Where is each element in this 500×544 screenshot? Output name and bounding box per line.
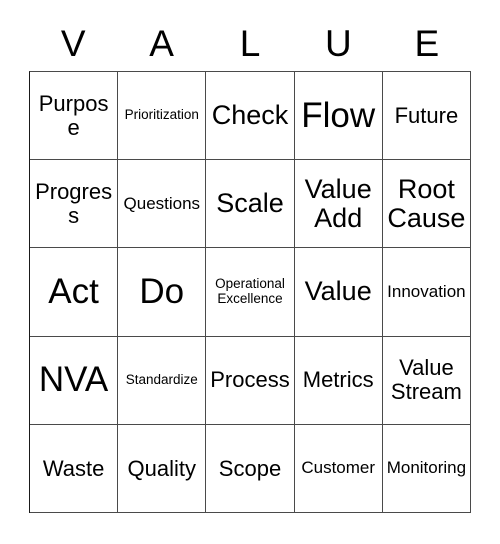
bingo-cell-label: Check	[211, 100, 289, 131]
bingo-cell[interactable]: Questions	[118, 160, 207, 249]
header-letter-4: U	[325, 23, 352, 64]
bingo-cell-label: Metrics	[302, 367, 374, 393]
bingo-header: V A L U E	[29, 16, 471, 71]
bingo-cell-label: Prioritization	[124, 107, 199, 123]
bingo-cell-label: Progress	[35, 179, 113, 228]
bingo-cell[interactable]: NVA	[30, 336, 119, 425]
bingo-cell[interactable]: Purpose	[30, 72, 119, 161]
bingo-cell-label: Root Cause	[387, 173, 466, 233]
bingo-cell[interactable]: Operational Excellence	[206, 248, 295, 337]
bingo-cell-label: Standardize	[125, 371, 198, 387]
bingo-cell-label: NVA	[38, 360, 109, 400]
bingo-card: V A L U E Purpose Prioritization Check F…	[0, 0, 500, 544]
bingo-grid: Purpose Prioritization Check Flow Future…	[29, 71, 471, 513]
bingo-cell-label: Act	[48, 272, 99, 312]
bingo-cell[interactable]: Future	[382, 72, 471, 161]
bingo-cell-label: Innovation	[387, 281, 466, 301]
bingo-cell-label: Customer	[301, 458, 376, 478]
bingo-cell[interactable]: Progress	[30, 160, 119, 249]
header-letter-5: E	[414, 23, 440, 64]
bingo-cell[interactable]: Waste	[30, 424, 119, 513]
bingo-cell-label: Process	[210, 367, 290, 393]
bingo-cell[interactable]: Scale	[206, 160, 295, 249]
bingo-cell[interactable]: Act	[30, 248, 119, 337]
bingo-cell-label: Value	[304, 276, 372, 307]
bingo-cell-label: Waste	[42, 455, 105, 481]
bingo-cell[interactable]: Process	[206, 336, 295, 425]
bingo-cell-label: Scope	[218, 455, 282, 481]
header-letter-3: L	[239, 23, 261, 64]
bingo-cell-label: Scale	[216, 188, 284, 219]
bingo-cell-label: Future	[394, 102, 459, 128]
header-letter-2: A	[149, 23, 174, 64]
bingo-cell[interactable]: Customer	[294, 424, 383, 513]
bingo-cell[interactable]: Quality	[118, 424, 207, 513]
bingo-cell-label: Value Add	[304, 173, 372, 233]
bingo-cell[interactable]: Do	[118, 248, 207, 337]
bingo-cell[interactable]: Prioritization	[118, 72, 207, 161]
header-letter-1: V	[60, 23, 86, 64]
bingo-cell[interactable]: Innovation	[382, 248, 471, 337]
bingo-cell[interactable]: Flow	[294, 72, 383, 161]
bingo-cell-label: Value Stream	[390, 355, 462, 405]
bingo-cell[interactable]: Check	[206, 72, 295, 161]
bingo-cell[interactable]: Standardize	[118, 336, 207, 425]
bingo-cell[interactable]: Monitoring	[382, 424, 471, 513]
bingo-cell[interactable]: Root Cause	[382, 160, 471, 249]
bingo-cell-label: Operational Excellence	[215, 276, 285, 306]
bingo-cell-label: Quality	[127, 455, 197, 481]
bingo-cell-label: Flow	[301, 95, 376, 135]
bingo-cell[interactable]: Value Stream	[382, 336, 471, 425]
bingo-cell-label: Monitoring	[386, 458, 467, 478]
bingo-cell-label: Questions	[123, 193, 201, 213]
bingo-cell-label: Do	[139, 272, 185, 312]
bingo-cell[interactable]: Scope	[206, 424, 295, 513]
bingo-cell[interactable]: Value Add	[294, 160, 383, 249]
bingo-cell[interactable]: Metrics	[294, 336, 383, 425]
bingo-cell-label: Purpose	[38, 90, 109, 140]
bingo-cell[interactable]: Value	[294, 248, 383, 337]
